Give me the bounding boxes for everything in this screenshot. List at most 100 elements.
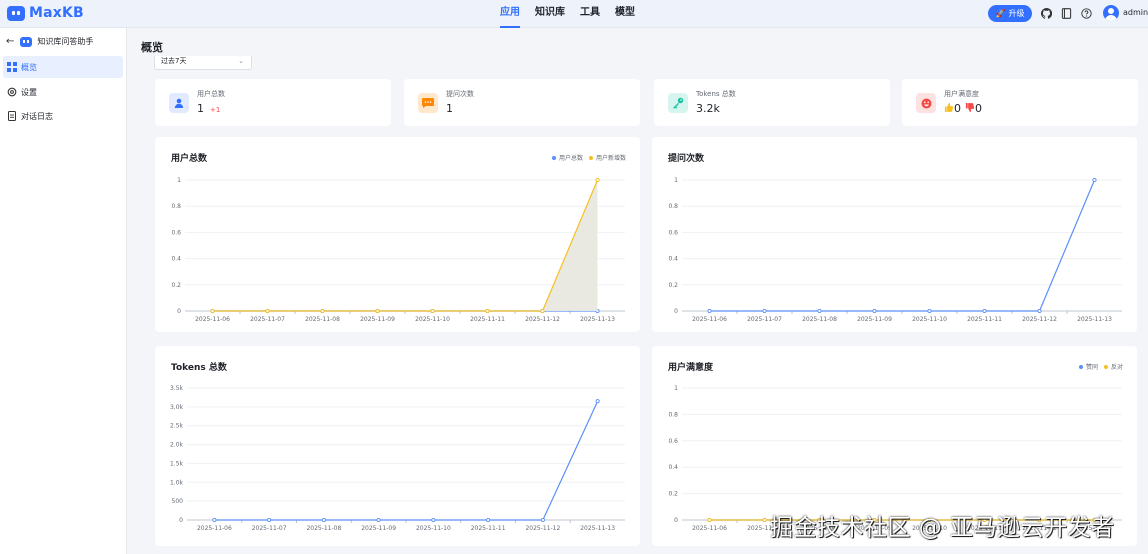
stat-value: 1 +1 — [197, 102, 220, 115]
thumbs-up-icon — [944, 103, 953, 112]
x-tick-label: 2025-11-08 — [306, 525, 341, 532]
stat-card-users: 用户总数 1 +1 — [155, 79, 391, 126]
avatar[interactable] — [1103, 5, 1119, 21]
sidebar-item-label: 设置 — [21, 87, 37, 97]
top-bar: MaxKB 应用 知识库 工具 模型 🚀 升级 admin — [0, 0, 1148, 28]
y-tick-label: 0.4 — [171, 256, 181, 263]
x-tick-label: 2025-11-08 — [305, 316, 340, 323]
x-tick-label: 2025-11-10 — [415, 316, 450, 323]
data-point — [927, 308, 932, 314]
x-tick-label: 2025-11-10 — [912, 316, 947, 323]
data-point — [872, 308, 877, 314]
sidebar-item-label: 概览 — [21, 62, 37, 72]
x-tick-label: 2025-11-09 — [857, 316, 892, 323]
date-range-value: 过去7天 — [161, 57, 187, 65]
x-tick-label: 2025-11-09 — [361, 525, 396, 532]
chart-card-questions: 提问次数 0 0.2 0.4 0.6 0.8 1 2025-11-06 2025-11-07 2… — [652, 137, 1137, 332]
series-line — [214, 400, 599, 521]
y-tick-label: 0 — [179, 517, 183, 524]
data-point — [1037, 308, 1042, 314]
x-tick-label: 2025-11-07 — [250, 316, 285, 323]
thumbs-down-count: 0 — [965, 102, 982, 115]
upgrade-button[interactable]: 🚀 升级 — [988, 5, 1032, 22]
y-tick-label: 0.4 — [668, 464, 678, 471]
series-area — [212, 180, 598, 311]
x-tick-label: 2025-11-13 — [1077, 316, 1112, 323]
questions-chart: 0 0.2 0.4 0.6 0.8 1 2025-11-06 2025-11-07 2025-1… — [668, 177, 1122, 323]
data-point — [321, 517, 326, 523]
y-tick-label: 2.5k — [170, 423, 184, 430]
data-point — [376, 517, 381, 523]
stat-number: 1 — [197, 102, 204, 115]
upgrade-label: 升级 — [1008, 9, 1025, 18]
y-tick-label: 0.6 — [171, 229, 181, 236]
github-icon[interactable] — [1041, 8, 1052, 19]
x-tick-label: 2025-11-06 — [692, 525, 727, 532]
user-icon — [169, 93, 189, 113]
thumbs-up-count: 0 — [944, 102, 961, 115]
data-point — [212, 517, 217, 523]
x-tick-label: 2025-11-11 — [470, 316, 505, 323]
nav-models[interactable]: 模型 — [615, 0, 635, 28]
tokens-chart: 0 500 1.0k 1.5k 2.0k 2.5k 3.0k 3.5k 2025-11-06 20… — [170, 385, 625, 532]
data-point — [1092, 177, 1097, 183]
book-icon[interactable] — [1061, 8, 1072, 19]
y-tick-label: 0.8 — [668, 411, 678, 418]
x-tick-label: 2025-11-11 — [471, 525, 506, 532]
data-point — [485, 308, 490, 314]
y-tick-label: 1 — [674, 385, 678, 392]
date-range-select[interactable]: 过去7天 ⌄ — [154, 56, 252, 70]
data-point — [486, 517, 491, 523]
sidebar-item-settings[interactable]: 设置 — [3, 81, 123, 103]
sidebar-item-overview[interactable]: 概览 — [3, 56, 123, 78]
back-arrow-icon[interactable]: ← — [6, 36, 14, 47]
y-tick-label: 1 — [177, 177, 181, 184]
rocket-icon: 🚀 — [995, 9, 1006, 18]
nav-knowledge[interactable]: 知识库 — [535, 0, 565, 28]
data-point — [540, 517, 545, 523]
x-tick-label: 2025-11-11 — [967, 316, 1002, 323]
data-point — [210, 308, 215, 314]
stat-card-satisfaction: 用户满意度 0 0 — [902, 79, 1138, 126]
x-tick-label: 2025-11-07 — [252, 525, 287, 532]
stat-value: 3.2k — [696, 102, 720, 115]
data-point — [707, 517, 712, 523]
user-name[interactable]: admin — [1123, 8, 1148, 17]
x-tick-label: 2025-11-13 — [580, 316, 615, 323]
x-tick-label: 2025-11-12 — [525, 316, 560, 323]
thumbs-down-icon — [965, 103, 974, 112]
y-tick-label: 1.0k — [170, 479, 184, 486]
chart-card-tokens: Tokens 总数 0 500 1.0k 1.5k 2.0k 2.5k 3.0k 3.5k 20… — [155, 346, 640, 546]
stat-card-tokens: Tokens 总数 3.2k — [654, 79, 890, 126]
data-point — [707, 308, 712, 314]
data-point — [430, 308, 435, 314]
thumbs-down-value: 0 — [975, 102, 982, 115]
data-point — [595, 399, 600, 404]
stat-value: 1 — [446, 102, 453, 115]
y-tick-label: 0.8 — [171, 203, 181, 210]
nav-apps[interactable]: 应用 — [500, 0, 520, 28]
data-point — [375, 308, 380, 314]
watermark: 掘金技术社区 @ 亚马逊云开发者 — [770, 515, 1115, 541]
sidebar-item-chat-logs[interactable]: 对话日志 — [3, 105, 123, 127]
key-icon — [668, 93, 688, 113]
series-line — [709, 179, 1096, 312]
y-tick-label: 0.4 — [668, 256, 678, 263]
message-icon — [418, 93, 438, 113]
nav-tools[interactable]: 工具 — [580, 0, 600, 28]
sidebar: ← 知识库问答助手 概览 设置 对话日志 — [0, 28, 127, 554]
smile-icon — [916, 93, 936, 113]
x-tick-label: 2025-11-06 — [692, 316, 727, 323]
stat-label: 提问次数 — [446, 90, 474, 98]
gear-icon — [7, 87, 17, 97]
sidebar-item-label: 对话日志 — [21, 111, 53, 121]
y-tick-label: 3.0k — [170, 404, 184, 411]
y-tick-label: 0.6 — [668, 229, 678, 236]
y-tick-label: 500 — [172, 498, 184, 505]
help-icon[interactable] — [1081, 8, 1092, 19]
data-point — [540, 308, 545, 314]
data-point — [817, 308, 822, 314]
stat-label: Tokens 总数 — [696, 90, 736, 98]
y-tick-label: 0.2 — [668, 282, 678, 289]
logo[interactable]: MaxKB — [7, 5, 84, 21]
